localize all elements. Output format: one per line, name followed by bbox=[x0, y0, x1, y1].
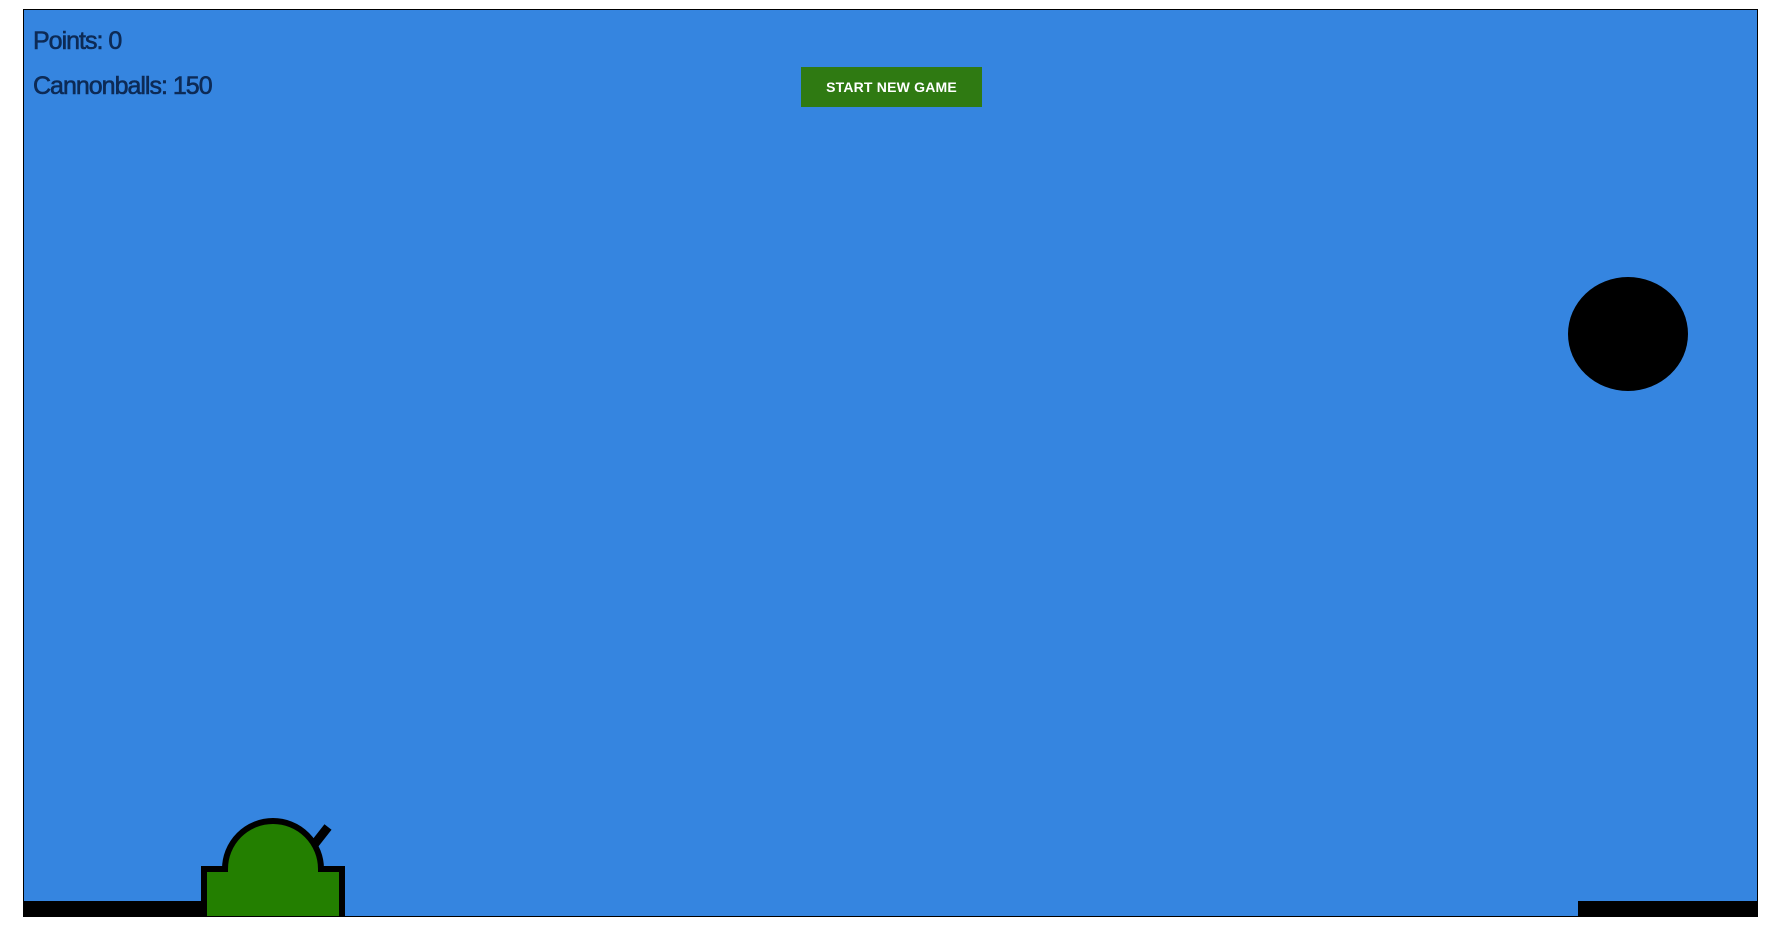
game-scene[interactable] bbox=[24, 10, 1758, 917]
sky-background bbox=[24, 10, 1757, 916]
ground-block-right bbox=[1578, 901, 1757, 916]
cannonballs-counter: Cannonballs: 150 bbox=[33, 72, 213, 101]
target-ball-icon bbox=[1568, 277, 1688, 391]
game-canvas[interactable]: Points: 0 Cannonballs: 150 START NEW GAM… bbox=[23, 9, 1758, 917]
ground-block-left bbox=[24, 901, 222, 916]
points-counter: Points: 0 bbox=[33, 27, 123, 56]
start-new-game-button[interactable]: START NEW GAME bbox=[801, 67, 982, 107]
